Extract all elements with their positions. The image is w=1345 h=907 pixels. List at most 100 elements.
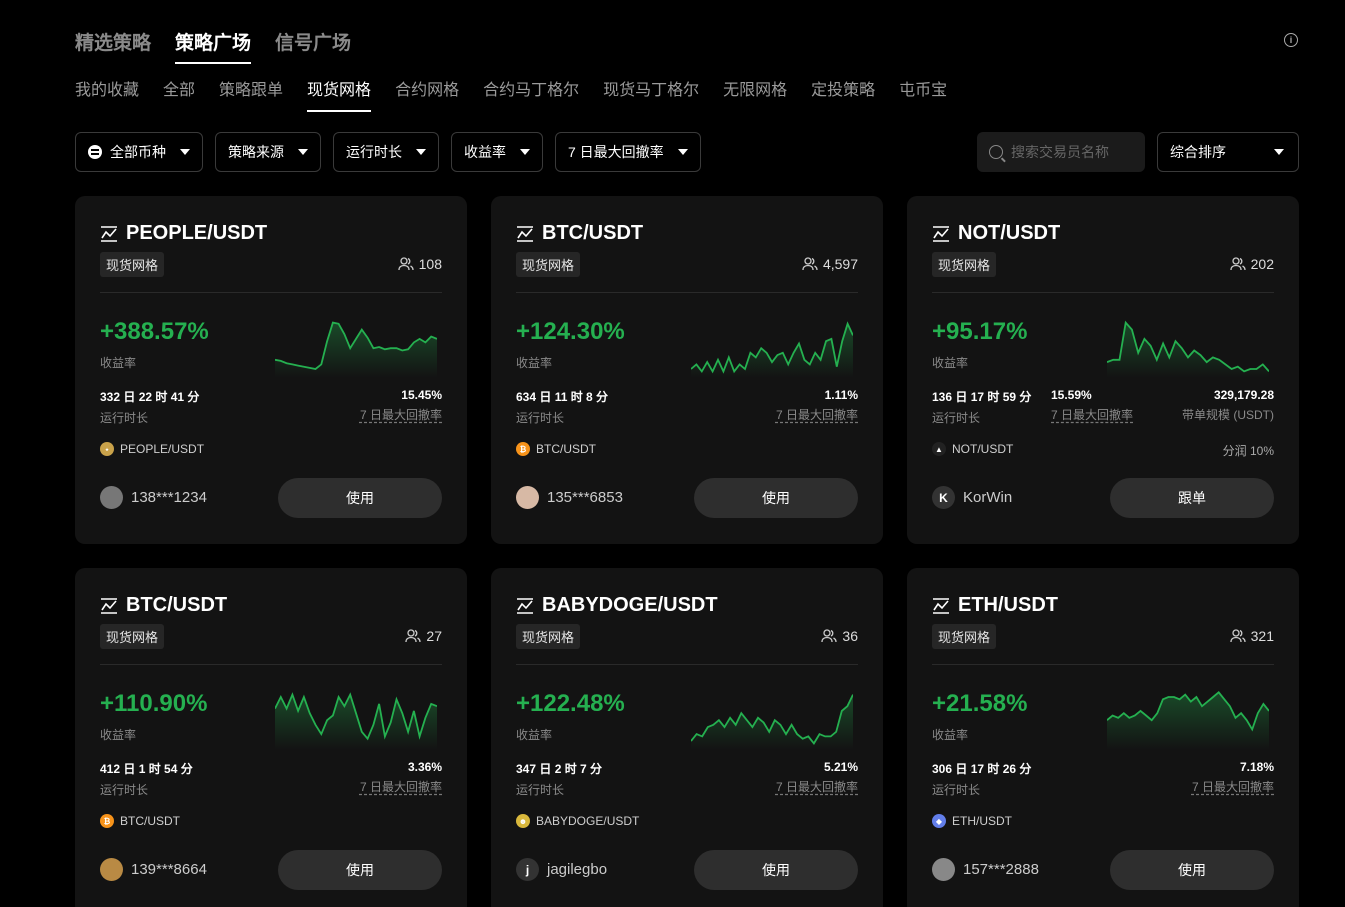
drawdown-label[interactable]: 7 日最大回撤率 bbox=[1192, 778, 1274, 795]
roi-value: +388.57% bbox=[100, 318, 209, 345]
filter-coins[interactable]: 全部币种 bbox=[75, 132, 203, 172]
card-header: PEOPLE/USDT bbox=[100, 222, 267, 245]
tab-strategy-square[interactable]: 策略广场 bbox=[175, 28, 252, 64]
drawdown-stat: 15.45% 7 日最大回撤率 bbox=[360, 388, 442, 423]
runtime-stat: 136 日 17 时 59 分 运行时长 bbox=[932, 388, 1031, 426]
roi-value: +124.30% bbox=[516, 318, 625, 345]
trader-name: 135***6853 bbox=[547, 489, 623, 506]
runtime-value: 412 日 1 时 54 分 bbox=[100, 762, 193, 776]
babydoge-coin-icon: ☻ bbox=[516, 814, 530, 828]
strategy-tag: 现货网格 bbox=[516, 252, 581, 277]
subtab-copy-trading[interactable]: 策略跟单 bbox=[219, 76, 283, 112]
coin-pair-label: BTC/USDT bbox=[120, 814, 180, 828]
strategy-card[interactable]: NOT/USDT 现货网格 202 +95.17% 收益率 136 日 17 时… bbox=[907, 196, 1299, 544]
filter-roi[interactable]: 收益率 bbox=[451, 132, 543, 172]
use-button[interactable]: 使用 bbox=[694, 478, 858, 518]
coin-pair-label: NOT/USDT bbox=[952, 442, 1014, 456]
card-pair: PEOPLE/USDT bbox=[126, 222, 268, 244]
card-pair: BTC/USDT bbox=[126, 594, 228, 616]
trader-info[interactable]: 135***6853 bbox=[516, 486, 623, 509]
info-icon[interactable]: i bbox=[1284, 33, 1298, 47]
strategy-card[interactable]: ETH/USDT 现货网格 321 +21.58% 收益率 306 日 17 时… bbox=[907, 568, 1299, 907]
sparkline-area bbox=[275, 322, 437, 378]
subtab-hodl[interactable]: 屯币宝 bbox=[899, 76, 947, 112]
sort-select[interactable]: 综合排序 bbox=[1157, 132, 1299, 172]
runtime-label: 运行时长 bbox=[100, 783, 149, 797]
runtime-value: 306 日 17 时 26 分 bbox=[932, 762, 1032, 776]
subtab-favorites[interactable]: 我的收藏 bbox=[75, 76, 139, 112]
tab-signal-square[interactable]: 信号广场 bbox=[275, 28, 351, 64]
divider bbox=[516, 664, 858, 665]
filter-coins-label: 全部币种 bbox=[110, 144, 166, 160]
runtime-stat: 306 日 17 时 26 分 运行时长 bbox=[932, 760, 1031, 798]
runtime-value: 136 日 17 时 59 分 bbox=[932, 390, 1032, 404]
top-tabs: 精选策略 策略广场 信号广场 bbox=[75, 28, 351, 64]
subtab-infinity-grid[interactable]: 无限网格 bbox=[723, 76, 787, 112]
strategy-card[interactable]: BTC/USDT 现货网格 4,597 +124.30% 收益率 634 日 1… bbox=[491, 196, 883, 544]
subtab-spot-grid[interactable]: 现货网格 bbox=[307, 76, 372, 112]
coin-pair-label: ETH/USDT bbox=[952, 814, 1012, 828]
use-button[interactable]: 跟单 bbox=[1110, 478, 1274, 518]
btc-coin-icon: ₿ bbox=[516, 442, 530, 456]
search-box bbox=[977, 132, 1145, 172]
subtab-all[interactable]: 全部 bbox=[163, 76, 195, 112]
drawdown-label[interactable]: 7 日最大回撤率 bbox=[776, 406, 858, 423]
follower-count: 108 bbox=[397, 256, 442, 272]
divider bbox=[932, 292, 1274, 293]
volume-stat: 329,179.28 带单规模 (USDT) bbox=[1182, 388, 1274, 423]
tab-selected-strategies[interactable]: 精选策略 bbox=[75, 28, 151, 64]
drawdown-label[interactable]: 7 日最大回撤率 bbox=[360, 778, 442, 795]
runtime-label: 运行时长 bbox=[516, 783, 565, 797]
drawdown-label[interactable]: 7 日最大回撤率 bbox=[776, 778, 858, 795]
use-button[interactable]: 使用 bbox=[278, 850, 442, 890]
drawdown-label[interactable]: 7 日最大回撤率 bbox=[360, 406, 442, 423]
filter-duration[interactable]: 运行时长 bbox=[333, 132, 439, 172]
coin-pair-row: ₿ BTC/USDT bbox=[516, 442, 596, 456]
trader-info[interactable]: j jagilegbo bbox=[516, 858, 607, 881]
drawdown-label[interactable]: 7 日最大回撤率 bbox=[1051, 406, 1133, 423]
roi-value: +110.90% bbox=[100, 690, 208, 717]
runtime-stat: 634 日 11 时 8 分 运行时长 bbox=[516, 388, 608, 426]
coin-pair-row: ◆ ETH/USDT bbox=[932, 814, 1012, 828]
people-coin-icon: ⋆ bbox=[100, 442, 114, 456]
avatar: K bbox=[932, 486, 955, 509]
card-header: BABYDOGE/USDT bbox=[516, 594, 718, 617]
grid-strategy-icon bbox=[101, 225, 117, 242]
trader-info[interactable]: 157***2888 bbox=[932, 858, 1039, 881]
roi-value: +122.48% bbox=[516, 690, 625, 717]
drawdown-stat: 15.59% 7 日最大回撤率 bbox=[1051, 388, 1133, 423]
card-header: ETH/USDT bbox=[932, 594, 1058, 617]
strategy-card[interactable]: BTC/USDT 现货网格 27 +110.90% 收益率 412 日 1 时 … bbox=[75, 568, 467, 907]
coin-pair-row: ▲ NOT/USDT bbox=[932, 442, 1013, 456]
avatar bbox=[100, 858, 123, 881]
users-icon bbox=[802, 257, 818, 271]
drawdown-stat: 1.11% 7 日最大回撤率 bbox=[776, 388, 858, 423]
trader-info[interactable]: K KorWin bbox=[932, 486, 1012, 509]
use-button[interactable]: 使用 bbox=[694, 850, 858, 890]
card-pair: NOT/USDT bbox=[958, 222, 1061, 244]
subtab-futures-grid[interactable]: 合约网格 bbox=[395, 76, 459, 112]
follower-count: 321 bbox=[1229, 628, 1274, 644]
grid-strategy-icon bbox=[101, 597, 117, 614]
subtab-spot-martingale[interactable]: 现货马丁格尔 bbox=[603, 76, 699, 112]
divider bbox=[516, 292, 858, 293]
subtab-futures-martingale[interactable]: 合约马丁格尔 bbox=[483, 76, 579, 112]
sub-tabs: 我的收藏 全部 策略跟单 现货网格 合约网格 合约马丁格尔 现货马丁格尔 无限网… bbox=[75, 76, 947, 112]
caret-down-icon bbox=[416, 149, 426, 155]
trader-info[interactable]: 139***8664 bbox=[100, 858, 207, 881]
search-input[interactable] bbox=[1011, 144, 1131, 160]
strategy-card[interactable]: BABYDOGE/USDT 现货网格 36 +122.48% 收益率 347 日… bbox=[491, 568, 883, 907]
use-button[interactable]: 使用 bbox=[278, 478, 442, 518]
filter-drawdown[interactable]: 7 日最大回撤率 bbox=[555, 132, 701, 172]
runtime-label: 运行时长 bbox=[932, 783, 981, 797]
trader-info[interactable]: 138***1234 bbox=[100, 486, 207, 509]
use-button[interactable]: 使用 bbox=[1110, 850, 1274, 890]
grid-strategy-icon bbox=[517, 225, 533, 242]
strategy-tag: 现货网格 bbox=[100, 252, 165, 277]
filter-source[interactable]: 策略来源 bbox=[215, 132, 321, 172]
eth-coin-icon: ◆ bbox=[932, 814, 946, 828]
subtab-dca[interactable]: 定投策略 bbox=[811, 76, 875, 112]
strategy-card[interactable]: PEOPLE/USDT 现货网格 108 +388.57% 收益率 332 日 … bbox=[75, 196, 467, 544]
sparkline-chart bbox=[275, 692, 437, 750]
runtime-label: 运行时长 bbox=[100, 411, 149, 425]
